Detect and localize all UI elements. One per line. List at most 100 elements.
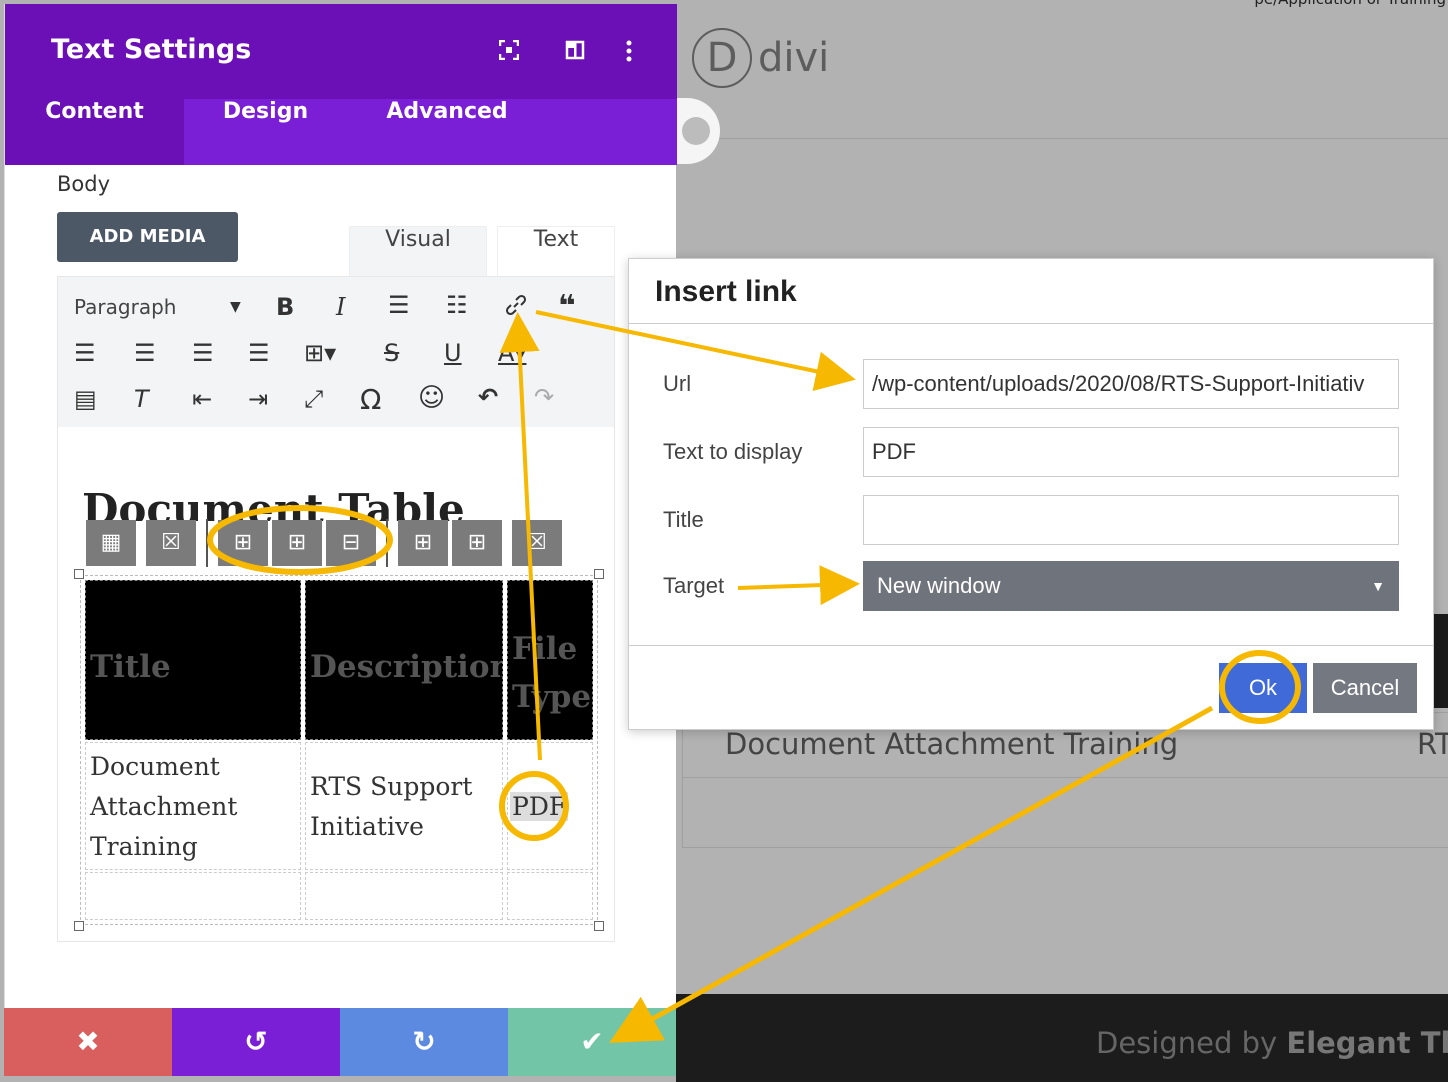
redo-icon[interactable]: ↷ (534, 383, 554, 411)
target-select[interactable]: New window ▼ (863, 561, 1399, 611)
chevron-down-icon: ▼ (1371, 578, 1385, 594)
tab-content[interactable]: Content (5, 99, 184, 165)
table-icon[interactable]: ⊞▾ (304, 339, 336, 367)
insert-column-after-icon[interactable]: ⊞ (452, 520, 502, 566)
focus-icon[interactable] (498, 39, 520, 65)
delete-column-icon[interactable]: ☒ (512, 520, 562, 566)
footer-prefix: Designed by (1096, 1026, 1287, 1060)
insert-row-after-icon[interactable]: ⊞ (272, 520, 322, 566)
dialog-title: Insert link (655, 275, 797, 308)
clear-formatting-icon[interactable]: T (134, 385, 149, 413)
fullscreen-icon[interactable]: ⤢ (304, 385, 323, 413)
body-label: Body (57, 172, 111, 196)
tab-advanced[interactable]: Advanced (347, 99, 547, 165)
underline-icon[interactable]: U (444, 339, 462, 367)
link-icon[interactable] (502, 291, 530, 325)
align-right-icon[interactable]: ☰ (192, 339, 214, 367)
table-cell[interactable]: Document Attachment Training (85, 742, 301, 870)
title-field[interactable] (863, 495, 1399, 545)
table-properties-icon[interactable]: ▦ (86, 520, 136, 566)
editor-tab-text[interactable]: Text (497, 226, 615, 278)
tab-design[interactable]: Design (184, 99, 347, 165)
footer-brand[interactable]: Elegant The (1286, 1026, 1448, 1060)
background-table-row-empty (682, 778, 1448, 848)
table-cell-empty[interactable] (507, 872, 593, 920)
background-row-title: Document Attachment Training (725, 727, 1179, 761)
action-bar: ✖ ↺ ↻ ✔ (4, 1008, 676, 1076)
table-header-cell[interactable]: Title (85, 580, 301, 740)
italic-icon[interactable]: I (336, 293, 345, 321)
document-table[interactable]: Title Description File Type Document Att… (80, 575, 598, 925)
selected-link-text[interactable]: PDF (510, 792, 569, 821)
table-cell-empty[interactable] (85, 872, 301, 920)
resize-handle[interactable] (594, 921, 604, 931)
handle-icon (682, 117, 710, 145)
special-char-icon[interactable]: Ω (360, 383, 381, 416)
more-icon[interactable] (625, 40, 633, 67)
redo-button[interactable]: ↻ (340, 1008, 508, 1076)
text-to-display-field[interactable]: PDF (863, 427, 1399, 477)
table-cell[interactable]: PDF (507, 742, 593, 870)
undo-icon[interactable]: ↶ (478, 383, 498, 411)
strikethrough-icon[interactable]: S (384, 339, 399, 367)
target-label: Target (663, 573, 725, 598)
panel-header: Text Settings (5, 4, 677, 99)
save-button[interactable]: ✔ (508, 1008, 676, 1076)
outdent-icon[interactable]: ⇤ (192, 385, 212, 413)
table-cell-empty[interactable] (305, 872, 503, 920)
url-label: Url (663, 371, 692, 396)
format-select[interactable]: Paragraph (74, 295, 176, 319)
bullet-list-icon[interactable]: ☰ (388, 291, 410, 319)
emoji-icon[interactable]: ☺ (418, 383, 445, 413)
paste-text-icon[interactable]: ▤ (74, 385, 97, 413)
columns-icon[interactable] (565, 40, 585, 65)
align-left-icon[interactable]: ☰ (74, 339, 96, 367)
text-color-icon[interactable]: A▾ (498, 339, 526, 367)
delete-row-icon[interactable]: ⊟ (326, 520, 376, 566)
insert-row-before-icon[interactable]: ⊞ (218, 520, 268, 566)
site-footer: Designed by Elegant The (676, 994, 1448, 1082)
align-justify-icon[interactable]: ☰ (248, 339, 270, 367)
title-label: Title (663, 507, 704, 532)
rich-text-editor[interactable]: Paragraph ▼ B I ☰ ☷ ❝ ☰ ☰ ☰ ☰ ⊞▾ S U A▾ … (57, 276, 615, 942)
background-block (1432, 614, 1448, 708)
panel-tabs: Content Design Advanced (5, 99, 677, 165)
dialog-divider (629, 645, 1433, 646)
table-header-cell[interactable]: File Type (507, 580, 593, 740)
dialog-divider (629, 323, 1433, 324)
cancel-button[interactable]: Cancel (1313, 663, 1417, 713)
discard-button[interactable]: ✖ (4, 1008, 172, 1076)
editor-toolbar: Paragraph ▼ B I ☰ ☷ ❝ ☰ ☰ ☰ ☰ ⊞▾ S U A▾ … (58, 277, 614, 427)
panel-collapse-handle[interactable] (676, 98, 720, 164)
editor-tab-visual[interactable]: Visual (349, 226, 487, 278)
text-to-display-label: Text to display (663, 439, 803, 464)
insert-column-before-icon[interactable]: ⊞ (398, 520, 448, 566)
blockquote-icon[interactable]: ❝ (558, 289, 576, 324)
align-center-icon[interactable]: ☰ (134, 339, 156, 367)
table-cell[interactable]: RTS Support Initiative (305, 742, 503, 870)
background-divider (690, 138, 1448, 139)
background-top-text: pe/Application or Training (1254, 0, 1446, 8)
footer-credit: Designed by Elegant The (1096, 1026, 1448, 1060)
resize-handle[interactable] (74, 569, 84, 579)
format-select-caret-icon[interactable]: ▼ (230, 299, 241, 315)
bold-icon[interactable]: B (276, 293, 294, 321)
indent-icon[interactable]: ⇥ (248, 385, 268, 413)
divi-logo-mark: D (692, 28, 752, 88)
panel-title: Text Settings (51, 34, 252, 65)
toolbar-separator (386, 519, 388, 567)
table-header-cell[interactable]: Description (305, 580, 503, 740)
numbered-list-icon[interactable]: ☷ (446, 291, 468, 319)
add-media-button[interactable]: ADD MEDIA (57, 212, 238, 262)
ok-button[interactable]: Ok (1219, 663, 1307, 713)
delete-table-icon[interactable]: ☒ (146, 520, 196, 566)
toolbar-separator (206, 519, 208, 567)
divi-logo[interactable]: D divi (692, 28, 829, 88)
text-settings-panel: Text Settings Content Design Advanced Bo… (4, 4, 677, 1076)
resize-handle[interactable] (594, 569, 604, 579)
undo-button[interactable]: ↺ (172, 1008, 340, 1076)
background-row-desc: RT (1417, 727, 1448, 761)
document-heading: Document Table (82, 485, 465, 521)
resize-handle[interactable] (74, 921, 84, 931)
url-field[interactable]: /wp-content/uploads/2020/08/RTS-Support-… (863, 359, 1399, 409)
